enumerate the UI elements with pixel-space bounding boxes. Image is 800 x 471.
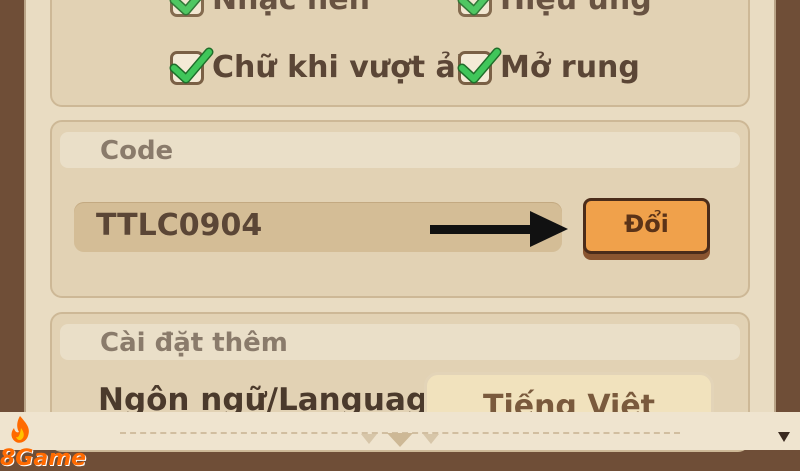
code-section-title: Code bbox=[100, 136, 174, 166]
watermark-logo: 8Game bbox=[0, 414, 122, 471]
arrow-right-icon bbox=[430, 209, 570, 249]
triangle-down-icon bbox=[423, 434, 439, 444]
level-text-checkbox[interactable] bbox=[169, 47, 214, 85]
check-icon bbox=[169, 0, 201, 15]
check-icon bbox=[169, 47, 214, 83]
vibration-checkbox[interactable] bbox=[457, 47, 502, 85]
effects-checkbox[interactable] bbox=[457, 0, 492, 17]
checkbox-row-effects[interactable]: Hiệu ứng bbox=[457, 0, 652, 17]
effects-label: Hiệu ứng bbox=[500, 0, 652, 17]
checkbox-row-music[interactable]: Nhạc nền bbox=[169, 0, 370, 17]
checkbox-row-level-text[interactable]: Chữ khi vượt ải bbox=[169, 47, 467, 85]
scroll-corner bbox=[772, 428, 796, 448]
check-icon bbox=[457, 47, 502, 83]
check-icon bbox=[457, 0, 489, 15]
code-section-header: Code bbox=[60, 132, 740, 168]
music-label: Nhạc nền bbox=[212, 0, 370, 17]
page-indicator bbox=[355, 428, 445, 448]
level-text-label: Chữ khi vượt ải bbox=[212, 50, 467, 85]
code-input-value: TTLC0904 bbox=[96, 208, 263, 243]
music-checkbox[interactable] bbox=[169, 0, 204, 17]
flame-logo-icon bbox=[11, 416, 29, 443]
vibration-label: Mở rung bbox=[500, 50, 640, 85]
checkbox-row-vibration[interactable]: Mở rung bbox=[457, 47, 640, 85]
extra-section-header: Cài đặt thêm bbox=[60, 324, 740, 360]
redeem-button[interactable]: Đổi bbox=[583, 198, 710, 254]
extra-section-title: Cài đặt thêm bbox=[100, 328, 288, 358]
triangle-down-icon bbox=[361, 434, 377, 444]
triangle-down-icon bbox=[387, 433, 413, 447]
redeem-button-label: Đổi bbox=[624, 210, 669, 238]
